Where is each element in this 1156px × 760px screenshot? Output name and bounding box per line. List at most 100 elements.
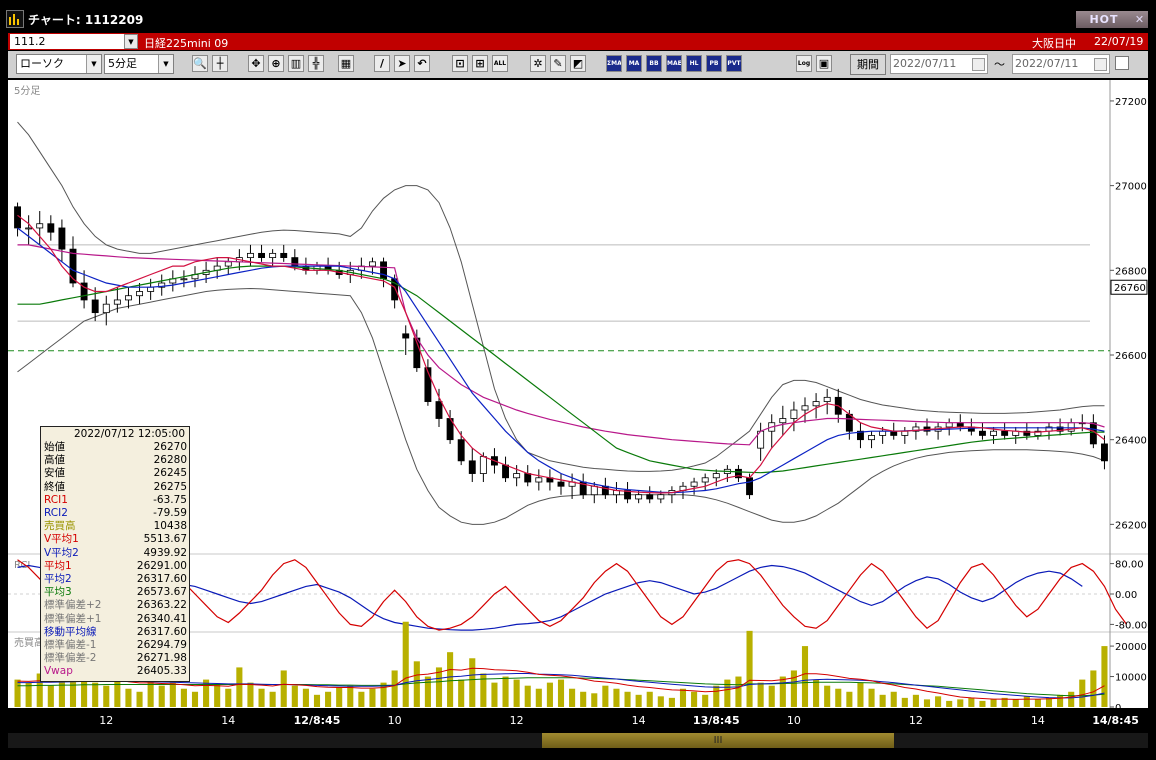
pan-icon[interactable]: ✥ — [248, 55, 264, 72]
rci-tick-label: 0.00 — [1115, 590, 1137, 601]
tooltip-row: 始値 26270 — [44, 441, 187, 454]
tooltip-label: 売買高 — [44, 520, 76, 533]
mae-icon[interactable]: MAE — [666, 55, 682, 72]
period-button[interactable]: 期間 — [850, 54, 886, 75]
volume-bar — [47, 685, 54, 707]
volume-bar — [790, 670, 797, 707]
symbol-input[interactable]: 111.2 — [10, 34, 124, 49]
tooltip-value: 26405.33 — [136, 665, 187, 678]
ma-icon[interactable]: ΣMA — [606, 55, 622, 72]
time-tick-label: 14/8:45 — [1092, 714, 1139, 727]
settings-icon[interactable]: ✲ — [530, 55, 546, 72]
candle — [956, 422, 964, 428]
volume-bar — [613, 688, 620, 707]
volume-bar — [269, 691, 276, 707]
bar-icon[interactable]: ▥ — [288, 55, 304, 72]
chart-area[interactable]: RCI 売買高(6,12,24) 27200270002680026600264… — [8, 80, 1148, 708]
date-from-picker[interactable]: 2022/07/11 — [890, 54, 988, 74]
date-to-picker[interactable]: 2022/07/11 — [1012, 54, 1110, 74]
crosshair-icon[interactable]: ┼ — [212, 55, 228, 72]
volume-bar — [424, 676, 431, 707]
volume-bar — [901, 697, 908, 707]
tooltip-row: V平均2 4939.92 — [44, 547, 187, 560]
volume-bar — [291, 685, 298, 707]
chevron-down-icon[interactable]: ▼ — [124, 34, 138, 49]
bb-icon[interactable]: BB — [646, 55, 662, 72]
interval-select[interactable]: 5分足 ▼ — [104, 54, 174, 74]
candle — [524, 473, 532, 483]
scroll-thumb[interactable]: III — [542, 733, 894, 748]
tooltip-row: Vwap 26405.33 — [44, 665, 187, 678]
tooltip-row: 移動平均線 26317.60 — [44, 626, 187, 639]
data-tooltip-panel: 2022/07/12 12:05:00 始値 26270 高値 26280 安値 2624… — [40, 426, 190, 682]
ma2-icon[interactable]: MA — [626, 55, 642, 72]
volume-bar — [835, 688, 842, 707]
zoom-icon[interactable]: 🔍 — [192, 55, 208, 72]
pb-icon[interactable]: PB — [706, 55, 722, 72]
log-icon[interactable]: Log — [796, 55, 812, 72]
volume-bar — [768, 685, 775, 707]
trendline-icon[interactable]: / — [374, 55, 390, 72]
tooltip-row: 高値 26280 — [44, 454, 187, 467]
toggle-checkbox[interactable] — [1115, 56, 1129, 70]
tooltip-value: 26270 — [153, 441, 187, 453]
screen-icon[interactable]: ▣ — [816, 55, 832, 72]
tooltip-label: 高値 — [44, 454, 65, 467]
volume-bar — [491, 682, 498, 707]
candle-icon[interactable]: ╬ — [308, 55, 324, 72]
arrow-icon[interactable]: ↶ — [414, 55, 430, 72]
volume-bar — [813, 679, 820, 707]
chart-scrollbar[interactable]: III — [8, 733, 1148, 748]
volume-bar — [735, 676, 742, 707]
volume-bar — [391, 670, 398, 707]
candle — [657, 494, 665, 500]
tooltip-value: 26294.79 — [136, 639, 187, 651]
volume-bar — [724, 679, 731, 707]
candle — [590, 485, 598, 496]
chart-type-select[interactable]: ローソク ▼ — [16, 54, 102, 74]
candle — [990, 430, 997, 436]
vwap-line — [17, 244, 1105, 446]
tooltip-label: 安値 — [44, 467, 65, 480]
volume-bar — [147, 679, 154, 707]
candle — [136, 291, 143, 297]
candle — [790, 409, 798, 419]
candle — [690, 481, 698, 487]
box-icon[interactable]: ⊡ — [452, 55, 468, 72]
rci-tick-label: -80.00 — [1115, 620, 1147, 631]
tooltip-value: 26317.60 — [136, 625, 187, 638]
blank-icon[interactable]: ▦ — [338, 55, 354, 72]
candle — [979, 430, 986, 436]
pvt-icon[interactable]: PVT — [726, 55, 742, 72]
current-date: 22/07/19 — [1094, 35, 1144, 48]
tooltip-row: 標準偏差-2 26271.98 — [44, 652, 187, 665]
hot-button[interactable]: HOT — [1076, 11, 1132, 28]
candle — [845, 413, 853, 432]
volume-bar — [1057, 694, 1064, 707]
cursor-icon[interactable]: ➤ — [394, 55, 410, 72]
candle — [557, 481, 565, 487]
volume-bar — [191, 691, 199, 707]
close-icon[interactable]: ✕ — [1131, 11, 1148, 28]
zoom-chart-icon[interactable]: ⊕ — [268, 55, 284, 72]
price-panel-label: 5分足 — [14, 85, 40, 97]
volume-bar — [1101, 646, 1108, 707]
color-icon[interactable]: ◩ — [570, 55, 586, 72]
candle — [746, 477, 753, 496]
all-icon[interactable]: ALL — [492, 55, 508, 72]
candle — [513, 473, 521, 479]
chart-type-value: ローソク — [20, 57, 64, 70]
tooltip-row: RCI1 -63.75 — [44, 494, 187, 507]
volume-bar — [214, 684, 221, 707]
candle — [1101, 443, 1108, 462]
hl-icon[interactable]: HL — [686, 55, 702, 72]
tooltip-timestamp: 2022/07/12 12:05:00 — [73, 428, 185, 440]
candle — [823, 396, 831, 402]
box2-icon[interactable]: ⊞ — [472, 55, 488, 72]
tooltip-value: -63.75 — [153, 493, 187, 506]
tooltip-row: 終値 26275 — [44, 481, 187, 494]
pencil-icon[interactable]: ✎ — [550, 55, 566, 72]
volume-bar — [158, 685, 165, 707]
volume-bar — [358, 691, 365, 707]
volume-bar — [1090, 670, 1097, 707]
